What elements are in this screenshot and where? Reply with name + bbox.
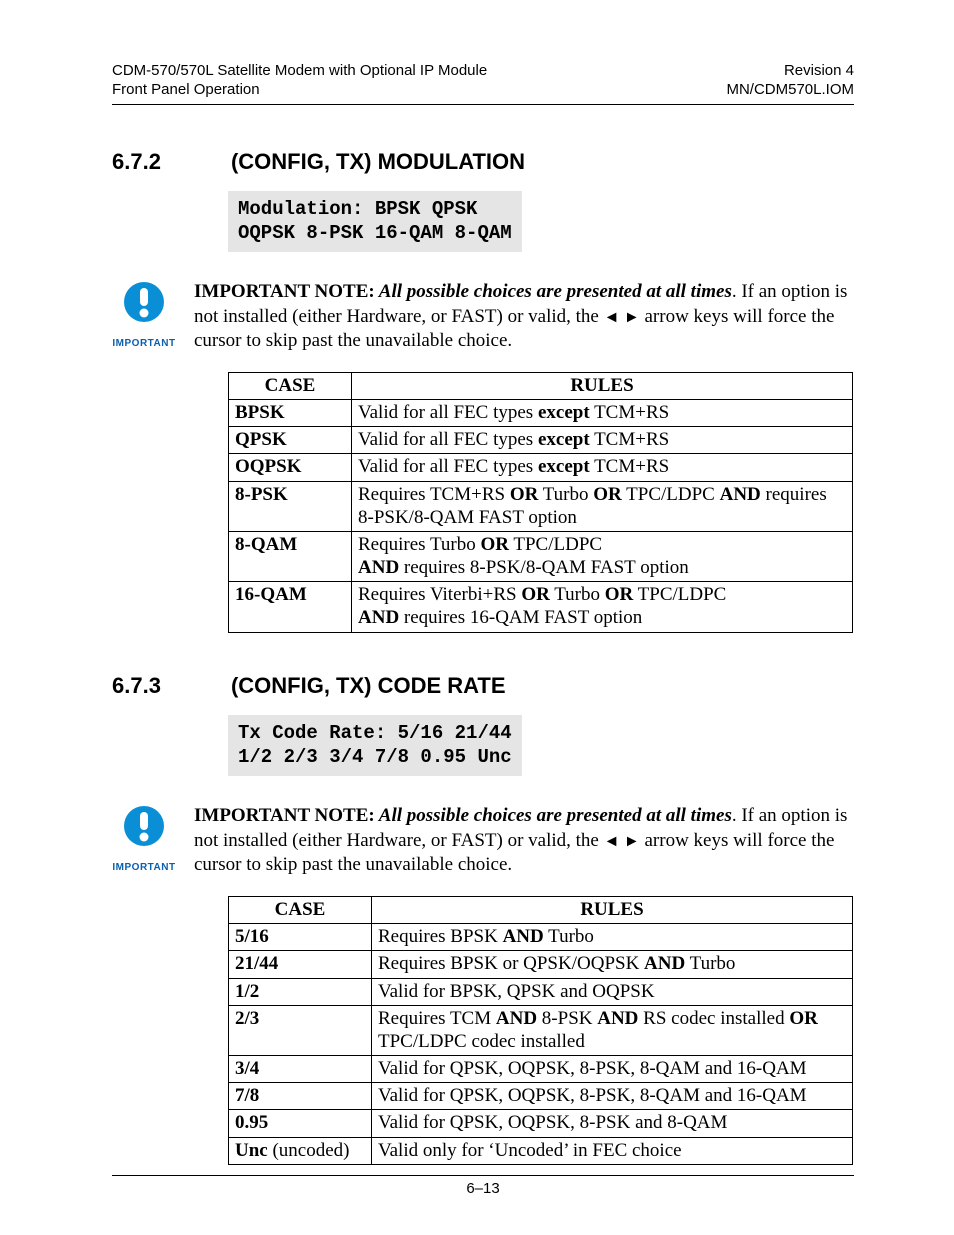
case-cell: 5/16 bbox=[229, 924, 372, 951]
rules-cell: Requires BPSK AND Turbo bbox=[372, 924, 853, 951]
case-cell: 7/8 bbox=[229, 1083, 372, 1110]
table-row: QPSKValid for all FEC types except TCM+R… bbox=[229, 427, 853, 454]
rules-cell: Valid for all FEC types except TCM+RS bbox=[352, 454, 853, 481]
important-icon: IMPORTANT bbox=[112, 804, 176, 873]
table-row: 1/2Valid for BPSK, QPSK and OQPSK bbox=[229, 978, 853, 1005]
col-rules: RULES bbox=[372, 897, 853, 924]
modulation-rules-table: CASE RULES BPSKValid for all FEC types e… bbox=[228, 372, 853, 633]
table-row: Unc (uncoded)Valid only for ‘Uncoded’ in… bbox=[229, 1137, 853, 1164]
header-right-1: Revision 4 bbox=[726, 62, 854, 81]
important-note-modulation: IMPORTANT IMPORTANT NOTE: All possible c… bbox=[112, 280, 854, 354]
case-cell: 0.95 bbox=[229, 1110, 372, 1137]
rules-cell: Valid for BPSK, QPSK and OQPSK bbox=[372, 978, 853, 1005]
page-header: CDM-570/570L Satellite Modem with Option… bbox=[112, 62, 854, 100]
col-case: CASE bbox=[229, 372, 352, 399]
table-row: 21/44Requires BPSK or QPSK/OQPSK AND Tur… bbox=[229, 951, 853, 978]
rules-cell: Valid for QPSK, OQPSK, 8-PSK and 8-QAM bbox=[372, 1110, 853, 1137]
table-row: 0.95Valid for QPSK, OQPSK, 8-PSK and 8-Q… bbox=[229, 1110, 853, 1137]
case-cell: BPSK bbox=[229, 400, 352, 427]
section-number: 6.7.2 bbox=[112, 149, 161, 175]
table-row: 3/4Valid for QPSK, OQPSK, 8-PSK, 8-QAM a… bbox=[229, 1056, 853, 1083]
col-rules: RULES bbox=[352, 372, 853, 399]
rules-cell: Valid for QPSK, OQPSK, 8-PSK, 8-QAM and … bbox=[372, 1083, 853, 1110]
table-row: 8-PSKRequires TCM+RS OR Turbo OR TPC/LDP… bbox=[229, 481, 853, 531]
case-cell: Unc (uncoded) bbox=[229, 1137, 372, 1164]
rules-cell: Valid for all FEC types except TCM+RS bbox=[352, 400, 853, 427]
important-icon: IMPORTANT bbox=[112, 280, 176, 349]
header-rule bbox=[112, 104, 854, 105]
table-row: 5/16Requires BPSK AND Turbo bbox=[229, 924, 853, 951]
case-cell: 16-QAM bbox=[229, 582, 352, 632]
rules-cell: Valid only for ‘Uncoded’ in FEC choice bbox=[372, 1137, 853, 1164]
header-right-2: MN/CDM570L.IOM bbox=[726, 81, 854, 100]
table-row: OQPSKValid for all FEC types except TCM+… bbox=[229, 454, 853, 481]
section-title: (CONFIG, TX) CODE RATE bbox=[231, 673, 506, 699]
lcd-display-code-rate: Tx Code Rate: 5/16 21/44 1/2 2/3 3/4 7/8… bbox=[228, 715, 522, 776]
case-cell: OQPSK bbox=[229, 454, 352, 481]
rules-cell: Requires BPSK or QPSK/OQPSK AND Turbo bbox=[372, 951, 853, 978]
important-label: IMPORTANT bbox=[112, 862, 176, 873]
code-rate-rules-table: CASE RULES 5/16Requires BPSK AND Turbo21… bbox=[228, 896, 853, 1165]
section-heading-modulation: 6.7.2 (CONFIG, TX) MODULATION bbox=[112, 149, 854, 175]
note-text: IMPORTANT NOTE: All possible choices are… bbox=[194, 804, 854, 878]
case-cell: 3/4 bbox=[229, 1056, 372, 1083]
important-label: IMPORTANT bbox=[112, 338, 176, 349]
case-cell: 8-PSK bbox=[229, 481, 352, 531]
case-cell: 1/2 bbox=[229, 978, 372, 1005]
rules-cell: Requires Turbo OR TPC/LDPCAND requires 8… bbox=[352, 531, 853, 581]
rules-cell: Valid for all FEC types except TCM+RS bbox=[352, 427, 853, 454]
rules-cell: Requires TCM AND 8-PSK AND RS codec inst… bbox=[372, 1005, 853, 1055]
table-row: 7/8Valid for QPSK, OQPSK, 8-PSK, 8-QAM a… bbox=[229, 1083, 853, 1110]
col-case: CASE bbox=[229, 897, 372, 924]
header-left-2: Front Panel Operation bbox=[112, 81, 487, 100]
header-left-1: CDM-570/570L Satellite Modem with Option… bbox=[112, 62, 487, 81]
case-cell: 8-QAM bbox=[229, 531, 352, 581]
rules-cell: Valid for QPSK, OQPSK, 8-PSK, 8-QAM and … bbox=[372, 1056, 853, 1083]
case-cell: QPSK bbox=[229, 427, 352, 454]
case-cell: 21/44 bbox=[229, 951, 372, 978]
table-row: 2/3Requires TCM AND 8-PSK AND RS codec i… bbox=[229, 1005, 853, 1055]
table-row: 16-QAMRequires Viterbi+RS OR Turbo OR TP… bbox=[229, 582, 853, 632]
section-number: 6.7.3 bbox=[112, 673, 161, 699]
case-cell: 2/3 bbox=[229, 1005, 372, 1055]
important-note-code-rate: IMPORTANT IMPORTANT NOTE: All possible c… bbox=[112, 804, 854, 878]
section-title: (CONFIG, TX) MODULATION bbox=[231, 149, 525, 175]
section-heading-code-rate: 6.7.3 (CONFIG, TX) CODE RATE bbox=[112, 673, 854, 699]
rules-cell: Requires TCM+RS OR Turbo OR TPC/LDPC AND… bbox=[352, 481, 853, 531]
page-footer: 6–13 bbox=[112, 1175, 854, 1197]
note-text: IMPORTANT NOTE: All possible choices are… bbox=[194, 280, 854, 354]
rules-cell: Requires Viterbi+RS OR Turbo OR TPC/LDPC… bbox=[352, 582, 853, 632]
table-row: 8-QAMRequires Turbo OR TPC/LDPCAND requi… bbox=[229, 531, 853, 581]
table-row: BPSKValid for all FEC types except TCM+R… bbox=[229, 400, 853, 427]
lcd-display-modulation: Modulation: BPSK QPSK OQPSK 8-PSK 16-QAM… bbox=[228, 191, 522, 252]
